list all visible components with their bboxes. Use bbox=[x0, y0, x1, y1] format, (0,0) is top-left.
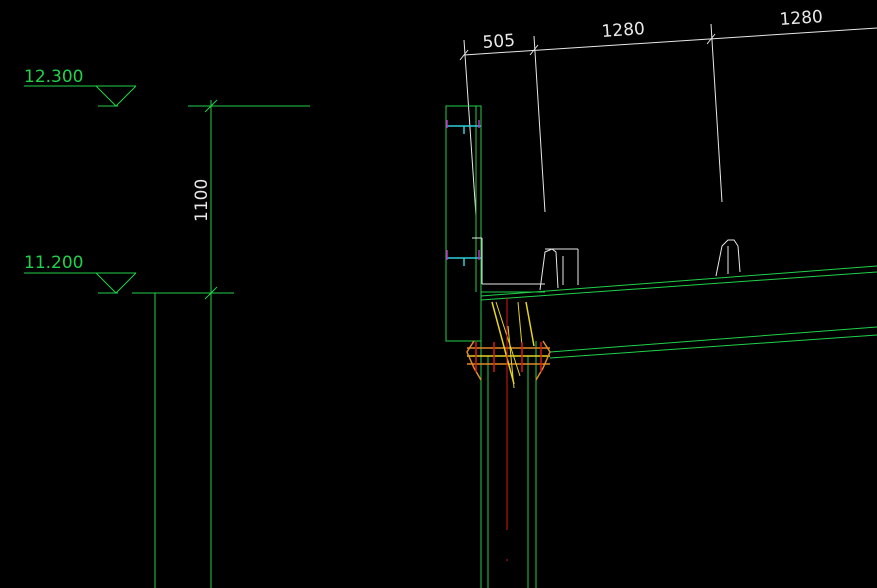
brace-4 bbox=[517, 301, 523, 347]
height-dimension: 1100 bbox=[132, 99, 310, 588]
brace-1 bbox=[491, 301, 515, 385]
brace-3 bbox=[525, 301, 535, 347]
level-marker-top: 12.300 bbox=[24, 67, 137, 107]
hdim-label-1280-a: 1280 bbox=[601, 19, 646, 42]
level-bottom-label: 11.200 bbox=[24, 253, 83, 273]
level-top-triangle bbox=[95, 85, 137, 107]
hdim-label-505: 505 bbox=[482, 31, 516, 53]
level-top-label: 12.300 bbox=[24, 67, 83, 87]
height-dim-label: 1100 bbox=[192, 179, 212, 222]
cad-drawing-canvas: 12.300 11.200 1100 505 1280 1280 bbox=[24, 7, 877, 588]
rafter-lower bbox=[549, 334, 877, 359]
brace-5 bbox=[507, 325, 515, 389]
hdim-ext-2 bbox=[533, 35, 546, 213]
purlin-clips bbox=[539, 239, 741, 291]
parapet-wall bbox=[445, 105, 545, 342]
horizontal-dimensions: 505 1280 1280 bbox=[459, 7, 877, 217]
roof-top-upper bbox=[480, 265, 877, 297]
level-marker-bottom: 11.200 bbox=[24, 253, 137, 294]
center-axis-dot bbox=[506, 559, 508, 561]
rafter-upper bbox=[549, 326, 877, 353]
hdim-line bbox=[463, 27, 877, 56]
level-bottom-triangle bbox=[95, 272, 137, 294]
brace-2 bbox=[495, 301, 521, 377]
bracket-haunch-right bbox=[535, 340, 551, 381]
bracket-haunch-left bbox=[466, 340, 482, 381]
hdim-label-1280-b: 1280 bbox=[779, 7, 824, 30]
hdim-ext-3 bbox=[710, 23, 723, 203]
hdim-ext-1 bbox=[463, 39, 477, 217]
